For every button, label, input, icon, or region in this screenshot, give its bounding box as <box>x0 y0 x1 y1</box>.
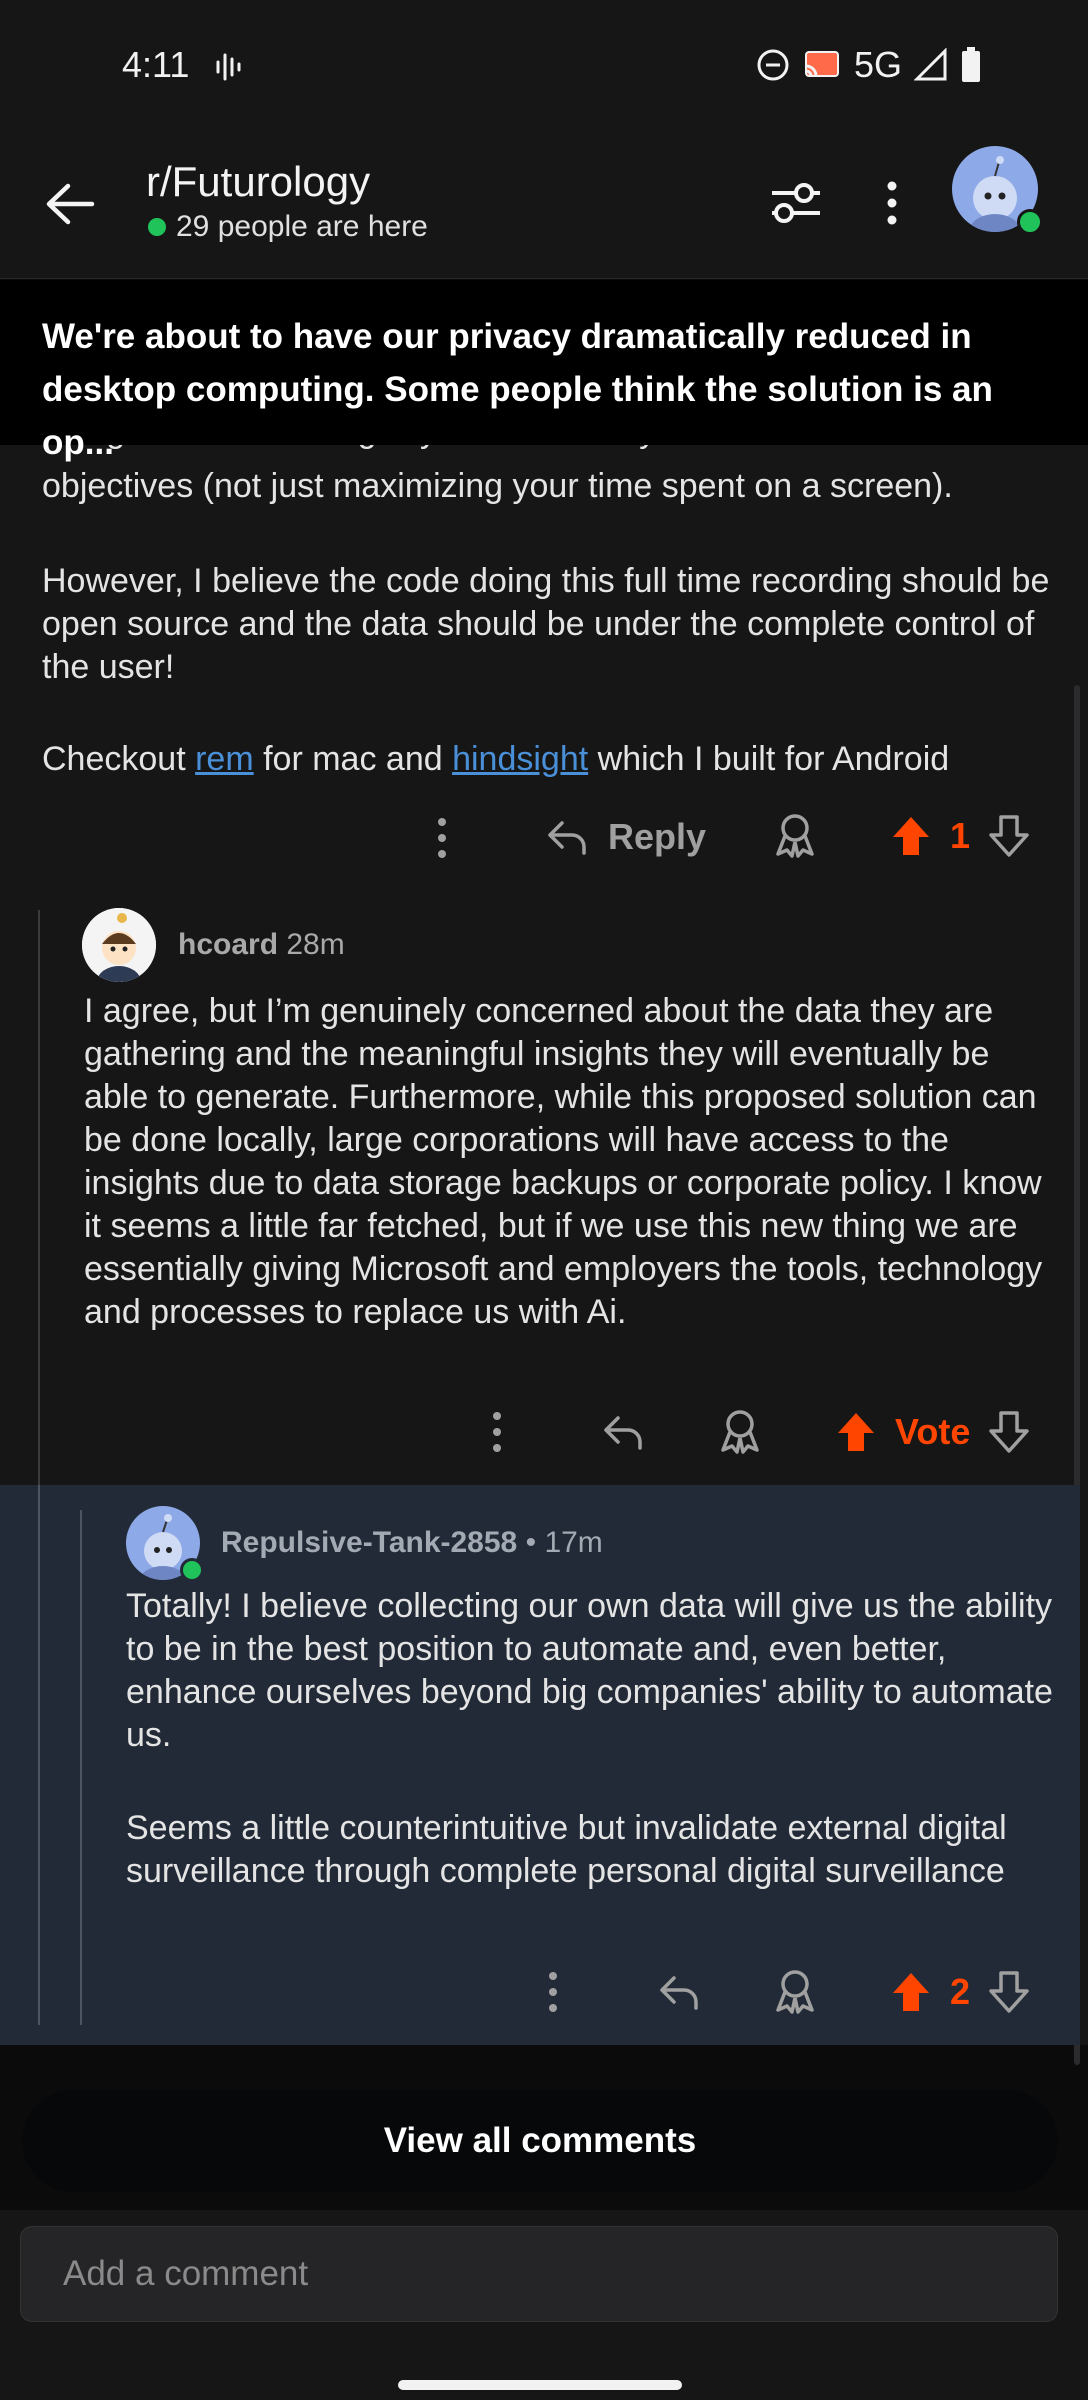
comment-username[interactable]: hcoard <box>178 928 278 961</box>
status-icons: 5G <box>756 44 982 86</box>
cast-icon <box>802 48 842 82</box>
thread-line-nested[interactable] <box>80 1510 82 2025</box>
link-rem[interactable]: rem <box>195 740 254 778</box>
battery-icon <box>960 47 982 83</box>
dnd-icon <box>756 48 790 82</box>
thread-line[interactable] <box>38 1485 40 2025</box>
view-all-comments-button[interactable]: View all comments <box>22 2090 1058 2192</box>
network-label: 5G <box>854 44 903 85</box>
downvote-icon[interactable] <box>988 1410 1030 1454</box>
upvote-icon[interactable] <box>890 1970 932 2014</box>
commenter-avatar[interactable] <box>82 908 156 982</box>
award-icon[interactable] <box>773 1968 817 2014</box>
comment-more-icon[interactable] <box>432 816 452 860</box>
comment-body: Totally! I believe collecting our own da… <box>126 1585 1056 1893</box>
online-text: 29 people are here <box>176 210 428 243</box>
link-hindsight[interactable]: hindsight <box>452 740 588 778</box>
add-comment-input[interactable]: Add a comment <box>20 2226 1058 2322</box>
post-title: We're about to have our privacy dramatic… <box>42 317 993 462</box>
vote-count: 1 <box>950 815 971 856</box>
comment-meta: hcoard 28m <box>178 928 345 962</box>
subreddit-name[interactable]: r/Futurology <box>146 158 370 206</box>
sound-wave-icon <box>215 50 243 84</box>
comment-meta: Repulsive-Tank-2858 • 17m <box>221 1526 603 1559</box>
downvote-icon[interactable] <box>988 814 1030 858</box>
post-title-bar[interactable]: We're about to have our privacy dramatic… <box>0 280 1088 462</box>
vote-controls: 2 <box>890 1970 1030 2014</box>
comment-text-continued: objectives (not just maximizing your tim… <box>42 467 953 505</box>
comment-more-icon[interactable] <box>487 1410 507 1454</box>
reply-icon[interactable] <box>602 1412 644 1452</box>
reply-label: Reply <box>608 816 707 857</box>
comment-paragraph: However, I believe the code doing this f… <box>42 562 1050 686</box>
status-bar: 4:11 5G <box>0 0 1088 130</box>
comment-body: I agree, but I’m genuinely concerned abo… <box>84 992 1043 1331</box>
user-online-dot <box>1017 209 1043 235</box>
more-options-icon[interactable] <box>882 180 902 226</box>
comment-paragraph: Totally! I believe collecting our own da… <box>126 1587 1053 1754</box>
upvote-icon[interactable] <box>835 1410 877 1454</box>
comment-age: 17m <box>544 1526 603 1559</box>
downvote-icon[interactable] <box>988 1970 1030 2014</box>
comment-username[interactable]: Repulsive-Tank-2858 <box>221 1526 517 1559</box>
reply-icon[interactable] <box>658 1972 700 2012</box>
reply-icon <box>546 817 588 857</box>
online-dot-icon <box>148 218 166 236</box>
reply-button[interactable]: Reply <box>546 816 706 858</box>
award-icon[interactable] <box>718 1408 762 1454</box>
award-icon[interactable] <box>773 812 817 858</box>
back-arrow-icon[interactable] <box>44 182 96 226</box>
vote-controls: 1 <box>890 814 1030 858</box>
vote-controls: Vote <box>835 1410 1030 1454</box>
home-indicator[interactable] <box>398 2380 682 2390</box>
comment-paragraph: Seems a little counterintuitive but inva… <box>126 1809 1007 1890</box>
comment-paragraph-links: Checkout rem for mac and hindsight which… <box>42 740 950 778</box>
filter-icon[interactable] <box>768 180 824 226</box>
commenter-online-dot <box>180 1558 204 1582</box>
app-header: r/Futurology 29 people are here <box>0 130 1088 279</box>
upvote-icon[interactable] <box>890 814 932 858</box>
status-time: 4:11 <box>122 44 190 85</box>
vote-label[interactable]: Vote <box>895 1411 970 1453</box>
vote-count: 2 <box>950 1971 971 2012</box>
signal-icon <box>914 48 948 82</box>
online-count: 29 people are here <box>148 210 428 244</box>
comment-more-icon[interactable] <box>543 1970 563 2014</box>
comment-age: 28m <box>286 928 345 961</box>
